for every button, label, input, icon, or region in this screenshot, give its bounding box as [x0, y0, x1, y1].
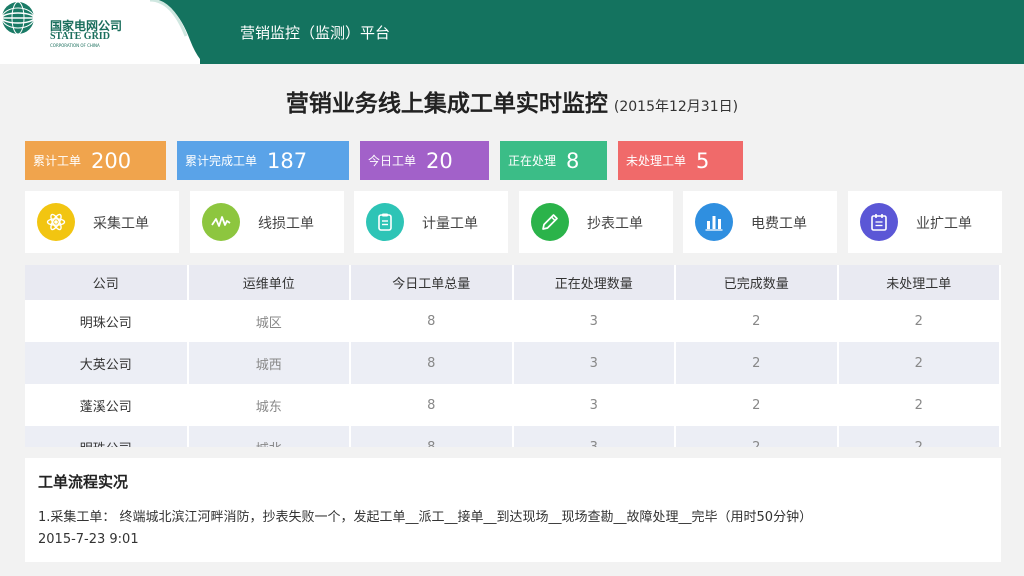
- category-expansion-orders[interactable]: 业扩工单: [848, 191, 1002, 253]
- cell-today-total: 8: [350, 384, 514, 426]
- flow-entry-text: 1.采集工单： 终端城北滨江河畔消防，抄表失败一个，发起工单__派工__接单__…: [38, 510, 813, 525]
- category-label: 电费工单: [751, 216, 807, 232]
- flow-panel-title: 工单流程实况: [38, 473, 129, 491]
- category-label: 采集工单: [93, 216, 149, 232]
- table-row[interactable]: 明珠公司 城区 8 3 2 2: [25, 300, 1001, 342]
- category-billing-orders[interactable]: 电费工单: [683, 191, 837, 253]
- page-title-date: (2015年12月31日): [613, 99, 739, 115]
- stat-label: 正在处理: [508, 154, 557, 168]
- cell-completed: 2: [675, 342, 839, 384]
- cell-completed: 2: [675, 300, 839, 342]
- stat-value: 187: [267, 148, 308, 173]
- cell-unprocessed: 2: [837, 426, 1001, 447]
- platform-title: 营销监控（监测）平台: [240, 24, 391, 42]
- stat-total-completed[interactable]: 累计完成工单 187: [177, 141, 349, 180]
- stat-label: 累计工单: [33, 154, 82, 168]
- category-label: 计量工单: [422, 216, 478, 232]
- stat-value: 20: [426, 148, 453, 173]
- cell-today-total: 8: [350, 426, 514, 447]
- page-title: 营销业务线上集成工单实时监控 (2015年12月31日): [0, 84, 1024, 118]
- cell-today-total: 8: [350, 342, 514, 384]
- cell-company: 明珠公司: [25, 426, 189, 447]
- table-row[interactable]: 蓬溪公司 城东 8 3 2 2: [25, 384, 1001, 426]
- cell-company: 蓬溪公司: [25, 384, 189, 426]
- stat-total-orders[interactable]: 累计工单 200: [25, 141, 166, 180]
- clipboard-icon: [366, 203, 404, 241]
- cell-company: 明珠公司: [25, 300, 189, 342]
- pulse-icon: [202, 203, 240, 241]
- category-label: 线损工单: [258, 216, 314, 232]
- cell-unprocessed: 2: [837, 300, 1001, 342]
- cell-unit: 城北: [187, 426, 351, 447]
- category-metering-orders[interactable]: 计量工单: [354, 191, 508, 253]
- work-order-flow-panel: 工单流程实况 1.采集工单： 终端城北滨江河畔消防，抄表失败一个，发起工单__派…: [25, 458, 1001, 562]
- column-header-company[interactable]: 公司: [25, 265, 189, 300]
- bar-chart-icon: [695, 203, 733, 241]
- cell-processing: 3: [512, 342, 676, 384]
- stat-label: 今日工单: [368, 154, 417, 168]
- state-grid-logo-icon: [1, 1, 35, 35]
- cell-unit: 城西: [187, 342, 351, 384]
- cell-processing: 3: [512, 384, 676, 426]
- logo-text-en: STATE GRID: [50, 31, 110, 42]
- top-header: 国家电网公司 STATE GRID CORPORATION OF CHINA 营…: [0, 0, 1024, 64]
- category-label: 业扩工单: [916, 216, 972, 232]
- cell-today-total: 8: [350, 300, 514, 342]
- table-row[interactable]: 明珠公司 城北 8 3 2 2: [25, 426, 1001, 447]
- category-collection-orders[interactable]: 采集工单: [25, 191, 179, 253]
- category-line-loss-orders[interactable]: 线损工单: [190, 191, 344, 253]
- logo-text-sub: CORPORATION OF CHINA: [50, 43, 100, 48]
- stat-value: 200: [91, 148, 132, 173]
- cell-processing: 3: [512, 300, 676, 342]
- cell-unprocessed: 2: [837, 342, 1001, 384]
- cell-company: 大英公司: [25, 342, 189, 384]
- stat-label: 未处理工单: [626, 154, 687, 168]
- cell-processing: 3: [512, 426, 676, 447]
- cell-completed: 2: [675, 384, 839, 426]
- table-header-row: 公司 运维单位 今日工单总量 正在处理数量 已完成数量 未处理工单: [25, 265, 1001, 300]
- column-header-unprocessed[interactable]: 未处理工单: [837, 265, 1001, 300]
- logo-panel: 国家电网公司 STATE GRID CORPORATION OF CHINA: [0, 0, 200, 64]
- column-header-today-total[interactable]: 今日工单总量: [350, 265, 514, 300]
- stat-value: 5: [696, 148, 710, 173]
- cell-unprocessed: 2: [837, 384, 1001, 426]
- stat-label: 累计完成工单: [185, 154, 258, 168]
- table-row[interactable]: 大英公司 城西 8 3 2 2: [25, 342, 1001, 384]
- category-meter-reading-orders[interactable]: 抄表工单: [519, 191, 673, 253]
- pencil-icon: [531, 203, 569, 241]
- cell-completed: 2: [675, 426, 839, 447]
- stat-unprocessed[interactable]: 未处理工单 5: [618, 141, 743, 180]
- stat-value: 8: [566, 148, 580, 173]
- category-label: 抄表工单: [587, 216, 643, 232]
- page-title-text: 营销业务线上集成工单实时监控: [285, 91, 608, 117]
- column-header-completed[interactable]: 已完成数量: [675, 265, 839, 300]
- calendar-icon: [860, 203, 898, 241]
- cell-unit: 城东: [187, 384, 351, 426]
- stat-processing[interactable]: 正在处理 8: [500, 141, 607, 180]
- column-header-unit[interactable]: 运维单位: [187, 265, 351, 300]
- flow-entry-timestamp: 2015-7-23 9:01: [38, 532, 139, 547]
- cell-unit: 城区: [187, 300, 351, 342]
- work-order-table[interactable]: 公司 运维单位 今日工单总量 正在处理数量 已完成数量 未处理工单 明珠公司 城…: [25, 265, 1001, 447]
- column-header-processing[interactable]: 正在处理数量: [512, 265, 676, 300]
- stat-today-orders[interactable]: 今日工单 20: [360, 141, 489, 180]
- atom-icon: [37, 203, 75, 241]
